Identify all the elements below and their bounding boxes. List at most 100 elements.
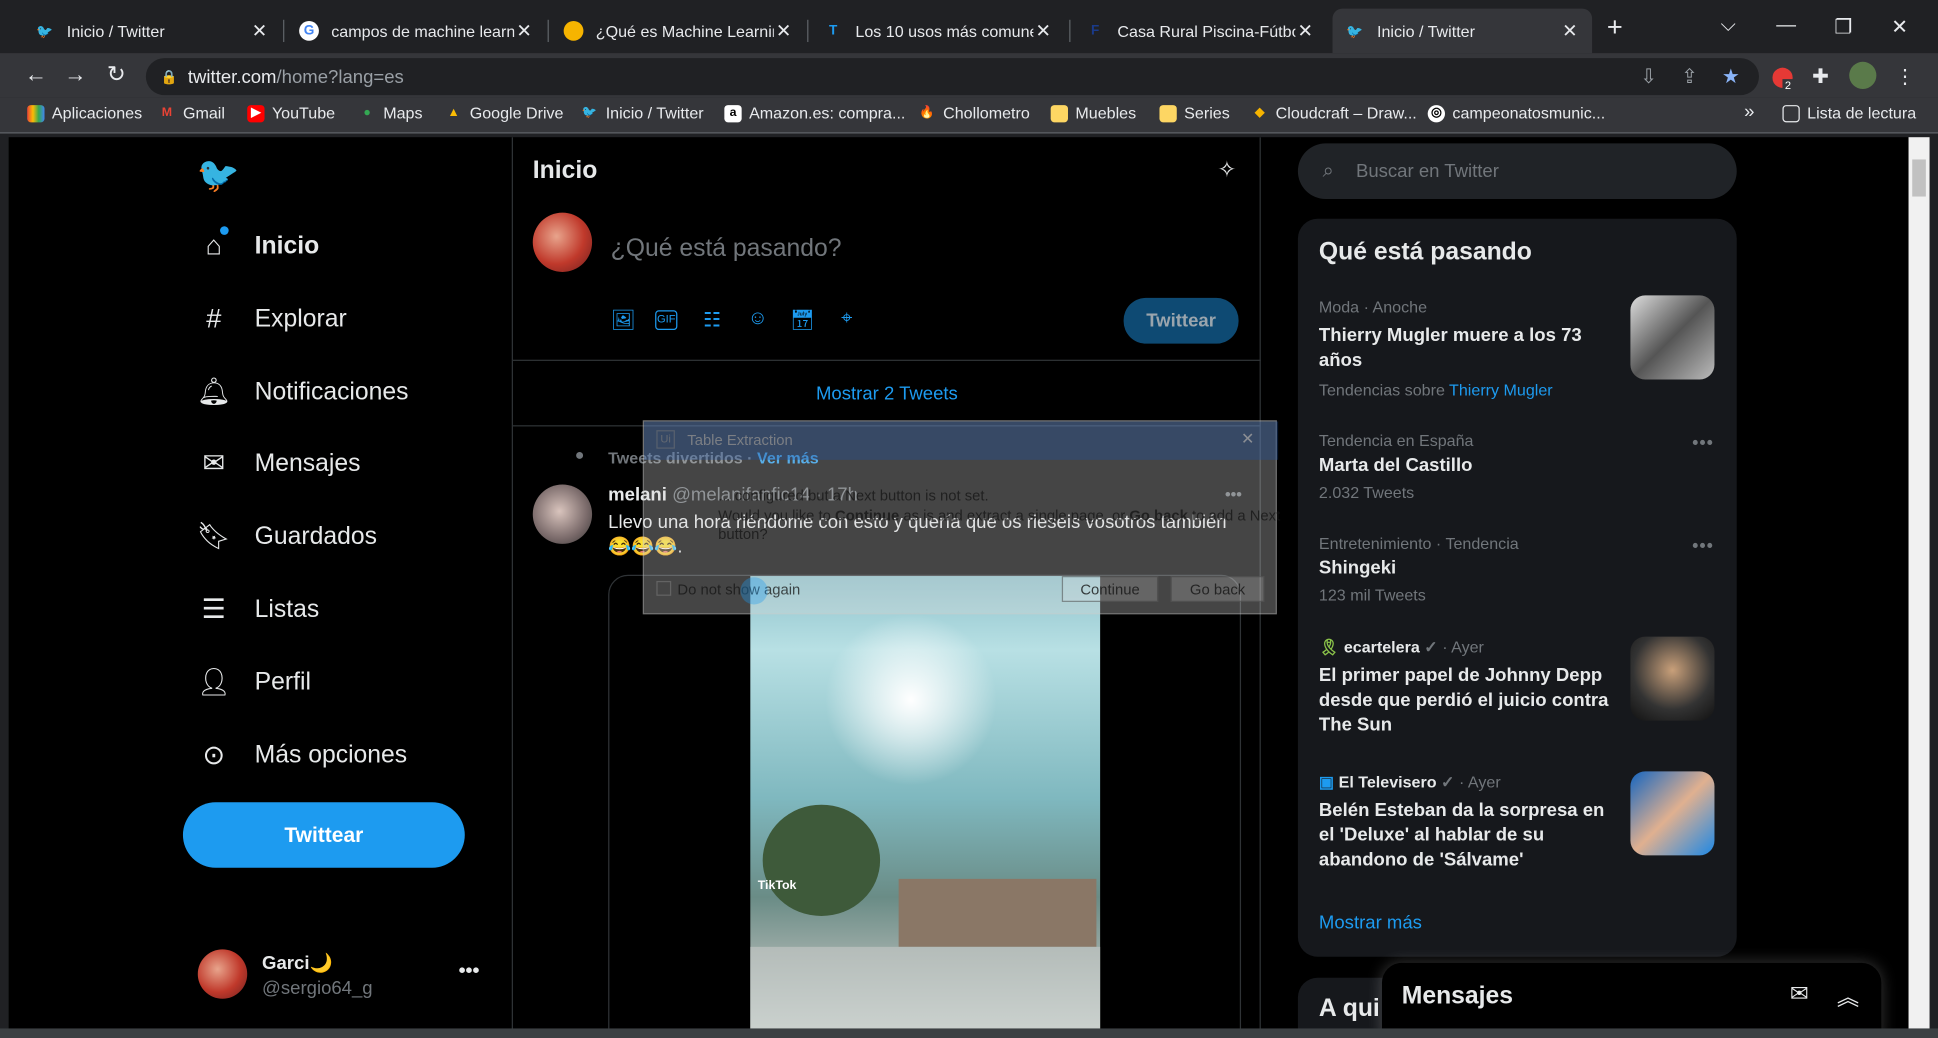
trend-title[interactable]: Shingeki [1319, 556, 1396, 581]
close-icon[interactable]: ✕ [1560, 20, 1580, 42]
tweet-media[interactable]: TikTok [608, 574, 1242, 1038]
nav-guardados[interactable]: 🔖︎ Guardados [197, 520, 377, 552]
nav-explorar[interactable]: # Explorar [198, 303, 346, 335]
nav-mas-opciones[interactable]: ⊙ Más opciones [198, 739, 407, 771]
schedule-icon[interactable]: 📅︎ [790, 308, 815, 333]
search-box[interactable]: ⌕ Buscar en Twitter [1297, 143, 1737, 200]
video-frame[interactable]: TikTok [750, 576, 1101, 1038]
tab-twitter-active[interactable]: 🐦 Inicio / Twitter ✕ [1332, 8, 1593, 54]
install-icon[interactable]: ⇩ [1640, 64, 1657, 89]
nav-inicio[interactable]: ⌂ Inicio [198, 230, 320, 262]
messages-drawer[interactable]: Mensajes ✉ ︽ [1381, 962, 1882, 1038]
gif-icon[interactable]: GIF [655, 310, 678, 331]
chevron-down-icon[interactable]: ⌵ [1721, 15, 1736, 37]
trend-menu-dots-icon[interactable]: ••• [1692, 433, 1714, 453]
tweet-author-avatar[interactable] [532, 484, 593, 544]
bookmark-twitter[interactable]: 🐦 Inicio / Twitter [581, 104, 704, 123]
bookmark-series[interactable]: Series [1159, 104, 1230, 122]
bookmark-drive[interactable]: ▲ Google Drive [445, 104, 564, 123]
tab-machine-learning[interactable]: ¿Qué es Machine Learning y ✕ [551, 11, 806, 51]
share-icon[interactable]: ⇪ [1681, 64, 1698, 89]
bookmark-maps[interactable]: ● Maps [358, 104, 422, 123]
tab-google[interactable]: G campos de machine learnin ✕ [287, 11, 547, 51]
back-arrow-icon[interactable]: ← [22, 62, 49, 88]
trend-thumbnail[interactable] [1630, 295, 1715, 380]
flame-icon: 🔥 [919, 105, 935, 120]
forward-arrow-icon[interactable]: → [62, 62, 89, 88]
dialog-checkbox[interactable] [656, 580, 672, 596]
puzzle-icon[interactable]: ✚ [1812, 64, 1829, 89]
tweet-button[interactable]: Twittear [182, 802, 465, 868]
image-icon[interactable]: 🖼︎ [611, 308, 636, 333]
close-icon[interactable]: ✕ [250, 20, 270, 42]
bookmark-muebles[interactable]: Muebles [1050, 104, 1136, 122]
poll-icon[interactable]: ☷ [700, 308, 725, 333]
address-bar[interactable]: 🔒 twitter.com/home?lang=es [145, 58, 1759, 96]
bookmark-youtube[interactable]: ▶ YouTube [247, 103, 336, 123]
news-title[interactable]: El primer papel de Johnny Depp desde que… [1319, 664, 1616, 738]
reload-icon[interactable]: ↻ [103, 62, 130, 88]
trends-show-more[interactable]: Mostrar más [1319, 912, 1422, 933]
tab-twitter-1[interactable]: 🐦 Inicio / Twitter ✕ [22, 11, 282, 51]
page-scrollbar[interactable] [1908, 137, 1930, 1038]
scrollbar-thumb[interactable] [1912, 159, 1926, 197]
emoji-icon[interactable]: ☺ [745, 308, 770, 333]
account-menu-dots-icon[interactable]: ••• [459, 960, 480, 982]
more-bookmarks-button[interactable]: » [1744, 101, 1754, 122]
dialog-continue-button[interactable]: Continue [1061, 576, 1159, 602]
news-title[interactable]: Belén Esteban da la sorpresa en el 'Delu… [1319, 799, 1616, 873]
nav-notificaciones[interactable]: 🔔︎ Notificaciones [197, 376, 409, 408]
bookmark-gmail[interactable]: M Gmail [158, 104, 225, 123]
dialog-close-icon[interactable]: ✕ [1241, 429, 1254, 449]
close-icon[interactable]: ✕ [774, 20, 794, 42]
expand-icon[interactable]: ︽ [1837, 980, 1859, 1012]
compose-input[interactable]: ¿Qué está pasando? [611, 235, 842, 263]
folder-icon [1050, 104, 1068, 122]
reading-list-button[interactable]: Lista de lectura [1782, 104, 1916, 122]
youtube-icon: ▶ [247, 104, 265, 122]
minimize-button[interactable]: — [1776, 15, 1796, 37]
close-icon[interactable]: ✕ [1295, 20, 1315, 42]
window-close-button[interactable]: ✕ [1891, 15, 1908, 40]
sparkle-icon[interactable]: ✧ [1218, 157, 1237, 183]
bookmark-label: YouTube [271, 103, 336, 123]
envelope-icon: ✉ [202, 447, 226, 479]
twitter-logo-icon[interactable]: 🐦 [197, 155, 240, 196]
trend-extra-link[interactable]: Thierry Mugler [1449, 381, 1553, 400]
news-source: ecartelera [1343, 637, 1420, 657]
restore-button[interactable]: ❐ [1834, 15, 1852, 40]
nav-listas[interactable]: ☰ Listas [198, 593, 320, 625]
compose-tweet-button[interactable]: Twittear [1123, 297, 1239, 344]
trend-title[interactable]: Thierry Mugler muere a los 73 años [1319, 324, 1609, 373]
star-icon[interactable]: ★ [1722, 64, 1740, 89]
news-thumbnail[interactable] [1630, 771, 1715, 856]
trend-menu-dots-icon[interactable]: ••• [1692, 535, 1714, 555]
show-more-tweets[interactable]: Mostrar 2 Tweets [513, 361, 1261, 425]
tab-usos[interactable]: T Los 10 usos más comunes d ✕ [811, 11, 1066, 51]
user-avatar[interactable] [197, 949, 248, 999]
verified-icon: ✓ [1424, 637, 1438, 657]
bookmark-label: Inicio / Twitter [605, 103, 704, 123]
nav-perfil[interactable]: 👤︎ Perfil [197, 666, 311, 698]
url-path: /home?lang=es [276, 66, 404, 88]
dialog-go-back-button[interactable]: Go back [1170, 576, 1265, 602]
bookmark-chollometro[interactable]: 🔥 Chollometro [918, 104, 1029, 123]
news-thumbnail[interactable] [1630, 636, 1715, 721]
nav-mensajes[interactable]: ✉ Mensajes [198, 447, 360, 479]
bookmark-campeonatos[interactable]: ◎ campeonatosmunic... [1427, 104, 1605, 122]
bottom-bar [0, 1028, 1938, 1038]
location-icon[interactable]: ⌖ [834, 308, 859, 333]
trend-title[interactable]: Marta del Castillo [1319, 454, 1473, 479]
close-icon[interactable]: ✕ [1033, 20, 1053, 42]
close-icon[interactable]: ✕ [514, 20, 534, 42]
bookmark-amazon[interactable]: a Amazon.es: compra... [724, 104, 905, 122]
search-input[interactable]: Buscar en Twitter [1356, 161, 1499, 182]
bookmark-cloudcraft[interactable]: ◆ Cloudcraft – Draw... [1251, 104, 1417, 123]
bookmark-apps[interactable]: Aplicaciones [27, 104, 142, 122]
new-message-icon[interactable]: ✉ [1790, 981, 1809, 1007]
profile-avatar[interactable] [1849, 61, 1877, 89]
tab-casa-rural[interactable]: F Casa Rural Piscina-Fútbol-B ✕ [1073, 11, 1328, 51]
extension-badge: 2 [1782, 79, 1794, 92]
menu-dots-icon[interactable]: ⋮ [1895, 64, 1915, 89]
new-tab-button[interactable]: + [1607, 11, 1623, 43]
